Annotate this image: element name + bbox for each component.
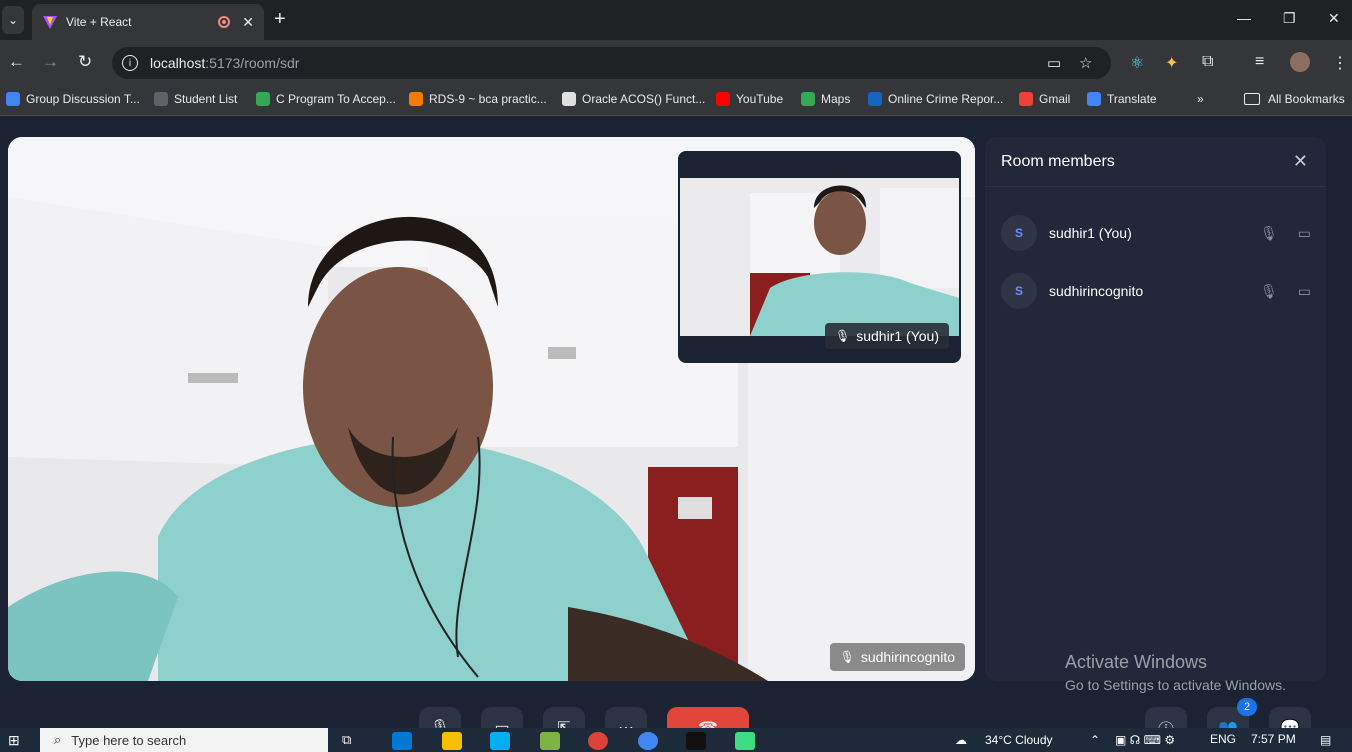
bookmark-item[interactable]: Maps [801,92,850,106]
android-studio-icon[interactable] [735,732,755,750]
skype-icon[interactable] [490,732,510,750]
self-video-feed [680,178,959,336]
minimize-icon[interactable]: — [1237,10,1251,26]
profile-avatar[interactable] [1290,52,1310,72]
bookmark-favicon-icon [1019,92,1033,106]
bookmark-favicon-icon [1087,92,1101,106]
divider [985,186,1326,187]
language-indicator[interactable]: ENG [1210,732,1236,746]
terminal-icon[interactable] [686,732,706,750]
bookmark-favicon-icon [868,92,882,106]
recording-indicator-icon [218,16,231,28]
clock[interactable]: 7:57 PM [1251,732,1296,746]
url-text[interactable]: localhost:5173/room/sdr [150,55,299,71]
browser-toolbar: ← → ↻ i localhost:5173/room/sdr ▭ ☆ ⚛ ✦ … [0,40,1352,86]
chrome-icon[interactable] [638,732,658,750]
weather-icon[interactable]: ☁ [955,733,967,747]
reload-icon[interactable]: ↻ [78,52,92,72]
browser-tab-bar: ⌄ Vite + React ✕ + — ❐ ✕ [0,0,1352,40]
browser-tab[interactable]: Vite + React ✕ [32,4,264,40]
new-tab-button[interactable]: + [274,8,286,30]
room-members-panel: Room members ✕ S sudhir1 (You) 🎙 ▭ S sud… [985,137,1326,681]
bookmark-favicon-icon [256,92,270,106]
bookmark-favicon-icon [154,92,168,106]
microphone-icon: 🎙 [835,329,851,343]
video-camera-icon: ▭ [1297,282,1311,299]
chrome-icon[interactable] [588,732,608,750]
tray-icons[interactable]: ▣ ☊ ⌨ ⚙ [1115,733,1175,747]
avatar: S [1001,273,1037,309]
bookmark-favicon-icon [6,92,20,106]
search-placeholder: Type here to search [71,732,187,748]
forward-icon[interactable]: → [42,52,59,72]
video-camera-icon: ▭ [1297,224,1311,241]
close-icon[interactable]: ✕ [1293,151,1308,172]
member-name: sudhirincognito [1049,283,1144,299]
bookmarks-bar: Group Discussion T... Student List C Pro… [0,86,1352,116]
task-view-icon[interactable]: ⧉ [342,732,362,750]
bookmark-item[interactable]: Online Crime Repor... [868,92,1003,106]
microphone-icon: 🎙 [1259,282,1278,299]
bookmark-favicon-icon [716,92,730,106]
bookmark-favicon-icon [409,92,423,106]
file-explorer-icon[interactable] [442,732,462,750]
member-row: S sudhir1 (You) 🎙 ▭ [1001,215,1311,251]
more-bookmarks-icon[interactable]: » [1197,92,1204,106]
microphone-icon: 🎙 [1259,224,1278,241]
chrome-menu-icon[interactable]: ⋮ [1332,53,1348,73]
participant-name: sudhirincognito [860,649,955,665]
video-room-app: 🎙 sudhirincognito 🎙 sudhir1 (You) Room m… [0,121,1352,749]
microphone-icon: 🎙 [839,650,855,664]
bookmark-star-icon[interactable]: ☆ [1079,54,1092,72]
weather-text[interactable]: 34°C Cloudy [985,733,1053,747]
participant-name: sudhir1 (You) [856,328,939,344]
tab-title: Vite + React [66,15,132,29]
restore-icon[interactable]: ❐ [1283,10,1296,27]
bookmark-item[interactable]: Gmail [1019,92,1070,106]
media-controls-icon[interactable]: ≡ [1255,53,1264,71]
notepad-icon[interactable] [540,732,560,750]
tab-search-button[interactable]: ⌄ [2,6,24,34]
bookmark-item[interactable]: Group Discussion T... [6,92,140,106]
vscode-icon[interactable] [392,732,412,750]
activate-windows-title: Activate Windows [1065,652,1208,672]
tray-chevron-icon[interactable]: ⌃ [1090,733,1100,747]
self-name-tag: 🎙 sudhir1 (You) [825,323,949,349]
bookmark-item[interactable]: Student List [154,92,237,106]
self-view-tile: 🎙 sudhir1 (You) [678,151,961,363]
panel-title: Room members [1001,153,1115,170]
bookmark-item[interactable]: C Program To Accep... [256,92,396,106]
vite-logo-icon [43,16,57,29]
react-devtools-icon[interactable]: ⚛ [1130,53,1144,73]
folder-icon [1244,93,1260,105]
bookmark-item[interactable]: Translate [1087,92,1157,106]
bookmark-item[interactable]: RDS-9 ~ bca practic... [409,92,547,106]
bookmark-favicon-icon [801,92,815,106]
notifications-icon[interactable]: ▤ [1320,733,1331,747]
bookmark-item[interactable]: YouTube [716,92,783,106]
member-name: sudhir1 (You) [1049,225,1132,241]
site-info-icon[interactable]: i [122,55,138,71]
windows-taskbar: ⊞ ⌕ Type here to search ⧉ ☁ 34°C Cloudy … [0,728,1352,752]
close-tab-icon[interactable]: ✕ [242,14,254,31]
windows-start-icon[interactable]: ⊞ [8,732,20,749]
close-window-icon[interactable]: ✕ [1328,10,1340,27]
bookmark-item[interactable]: Oracle ACOS() Funct... [562,92,705,106]
all-bookmarks-folder[interactable]: All Bookmarks [1244,92,1345,106]
search-icon: ⌕ [54,732,62,747]
address-bar[interactable]: i localhost:5173/room/sdr ▭ ☆ [112,47,1111,79]
avatar: S [1001,215,1037,251]
participants-count-badge: 2 [1237,698,1257,716]
back-icon[interactable]: ← [8,52,25,72]
camera-permission-icon[interactable]: ▭ [1047,54,1061,72]
main-participant-name-tag: 🎙 sudhirincognito [829,643,965,671]
bookmark-favicon-icon [562,92,576,106]
taskbar-search-input[interactable]: ⌕ Type here to search [40,728,328,752]
extensions-puzzle-icon[interactable]: ⧉ [1202,53,1213,71]
member-row: S sudhirincognito 🎙 ▭ [1001,273,1311,309]
extension-icon[interactable]: ✦ [1165,53,1178,73]
activate-windows-subtitle: Go to Settings to activate Windows. [1065,677,1286,693]
